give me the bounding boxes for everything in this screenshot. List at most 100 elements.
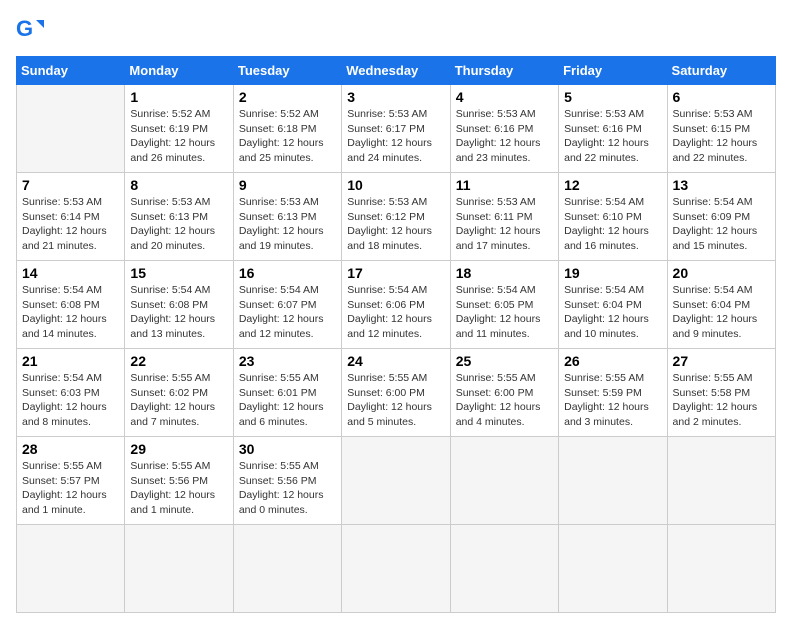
day-info: Sunrise: 5:53 AM Sunset: 6:17 PM Dayligh…	[347, 107, 444, 166]
day-number: 25	[456, 353, 553, 369]
calendar-cell: 27 Sunrise: 5:55 AM Sunset: 5:58 PM Dayli…	[667, 349, 775, 437]
day-info: Sunrise: 5:53 AM Sunset: 6:16 PM Dayligh…	[564, 107, 661, 166]
day-info: Sunrise: 5:55 AM Sunset: 5:56 PM Dayligh…	[239, 459, 336, 518]
header: G	[16, 16, 776, 44]
day-number: 13	[673, 177, 770, 193]
calendar-cell: 3 Sunrise: 5:53 AM Sunset: 6:17 PM Daylig…	[342, 85, 450, 173]
calendar-cell: 13 Sunrise: 5:54 AM Sunset: 6:09 PM Dayli…	[667, 173, 775, 261]
calendar-week-row: 28 Sunrise: 5:55 AM Sunset: 5:57 PM Dayli…	[17, 437, 776, 525]
calendar-cell	[17, 85, 125, 173]
calendar-cell: 20 Sunrise: 5:54 AM Sunset: 6:04 PM Dayli…	[667, 261, 775, 349]
logo-icon: G	[16, 16, 44, 44]
calendar-cell	[667, 525, 775, 613]
calendar-cell: 6 Sunrise: 5:53 AM Sunset: 6:15 PM Daylig…	[667, 85, 775, 173]
day-info: Sunrise: 5:52 AM Sunset: 6:19 PM Dayligh…	[130, 107, 227, 166]
day-number: 16	[239, 265, 336, 281]
day-info: Sunrise: 5:53 AM Sunset: 6:16 PM Dayligh…	[456, 107, 553, 166]
calendar-cell: 1 Sunrise: 5:52 AM Sunset: 6:19 PM Daylig…	[125, 85, 233, 173]
day-info: Sunrise: 5:54 AM Sunset: 6:06 PM Dayligh…	[347, 283, 444, 342]
day-number: 4	[456, 89, 553, 105]
day-info: Sunrise: 5:55 AM Sunset: 6:02 PM Dayligh…	[130, 371, 227, 430]
calendar-week-row: 14 Sunrise: 5:54 AM Sunset: 6:08 PM Dayli…	[17, 261, 776, 349]
day-info: Sunrise: 5:53 AM Sunset: 6:15 PM Dayligh…	[673, 107, 770, 166]
weekday-header-friday: Friday	[559, 57, 667, 85]
calendar-cell: 19 Sunrise: 5:54 AM Sunset: 6:04 PM Dayli…	[559, 261, 667, 349]
day-number: 1	[130, 89, 227, 105]
calendar-cell: 28 Sunrise: 5:55 AM Sunset: 5:57 PM Dayli…	[17, 437, 125, 525]
calendar-cell	[17, 525, 125, 613]
day-info: Sunrise: 5:55 AM Sunset: 5:57 PM Dayligh…	[22, 459, 119, 518]
calendar-cell: 17 Sunrise: 5:54 AM Sunset: 6:06 PM Dayli…	[342, 261, 450, 349]
day-info: Sunrise: 5:55 AM Sunset: 6:00 PM Dayligh…	[456, 371, 553, 430]
calendar-cell: 29Sunrise: 5:55 AM Sunset: 5:56 PM Dayli…	[125, 437, 233, 525]
day-info: Sunrise: 5:53 AM Sunset: 6:14 PM Dayligh…	[22, 195, 119, 254]
day-info: Sunrise: 5:55 AM Sunset: 6:00 PM Dayligh…	[347, 371, 444, 430]
day-info: Sunrise: 5:53 AM Sunset: 6:13 PM Dayligh…	[130, 195, 227, 254]
day-number: 22	[130, 353, 227, 369]
calendar-cell: 12Sunrise: 5:54 AM Sunset: 6:10 PM Dayli…	[559, 173, 667, 261]
calendar-cell: 22 Sunrise: 5:55 AM Sunset: 6:02 PM Dayli…	[125, 349, 233, 437]
day-number: 10	[347, 177, 444, 193]
calendar-cell	[342, 437, 450, 525]
day-number: 28	[22, 441, 119, 457]
day-number: 7	[22, 177, 119, 193]
day-info: Sunrise: 5:55 AM Sunset: 5:58 PM Dayligh…	[673, 371, 770, 430]
day-number: 24	[347, 353, 444, 369]
calendar-cell	[125, 525, 233, 613]
calendar-cell: 10 Sunrise: 5:53 AM Sunset: 6:12 PM Dayli…	[342, 173, 450, 261]
day-number: 20	[673, 265, 770, 281]
day-info: Sunrise: 5:54 AM Sunset: 6:09 PM Dayligh…	[673, 195, 770, 254]
weekday-header-tuesday: Tuesday	[233, 57, 341, 85]
day-info: Sunrise: 5:54 AM Sunset: 6:08 PM Dayligh…	[22, 283, 119, 342]
calendar-cell: 21 Sunrise: 5:54 AM Sunset: 6:03 PM Dayli…	[17, 349, 125, 437]
calendar-cell: 26 Sunrise: 5:55 AM Sunset: 5:59 PM Dayli…	[559, 349, 667, 437]
weekday-header-saturday: Saturday	[667, 57, 775, 85]
calendar-cell: 15Sunrise: 5:54 AM Sunset: 6:08 PM Dayli…	[125, 261, 233, 349]
weekday-header-monday: Monday	[125, 57, 233, 85]
day-number: 19	[564, 265, 661, 281]
calendar-cell: 7 Sunrise: 5:53 AM Sunset: 6:14 PM Daylig…	[17, 173, 125, 261]
day-number: 8	[130, 177, 227, 193]
day-number: 26	[564, 353, 661, 369]
day-number: 6	[673, 89, 770, 105]
day-number: 21	[22, 353, 119, 369]
day-number: 23	[239, 353, 336, 369]
calendar-cell: 24 Sunrise: 5:55 AM Sunset: 6:00 PM Dayli…	[342, 349, 450, 437]
weekday-header-thursday: Thursday	[450, 57, 558, 85]
day-info: Sunrise: 5:54 AM Sunset: 6:04 PM Dayligh…	[564, 283, 661, 342]
day-number: 9	[239, 177, 336, 193]
calendar-cell: 2Sunrise: 5:52 AM Sunset: 6:18 PM Daylig…	[233, 85, 341, 173]
calendar-cell: 4 Sunrise: 5:53 AM Sunset: 6:16 PM Daylig…	[450, 85, 558, 173]
calendar-cell: 30Sunrise: 5:55 AM Sunset: 5:56 PM Dayli…	[233, 437, 341, 525]
day-number: 14	[22, 265, 119, 281]
day-number: 3	[347, 89, 444, 105]
calendar-cell: 9Sunrise: 5:53 AM Sunset: 6:13 PM Daylig…	[233, 173, 341, 261]
day-number: 15	[130, 265, 227, 281]
calendar-cell: 16 Sunrise: 5:54 AM Sunset: 6:07 PM Dayli…	[233, 261, 341, 349]
day-info: Sunrise: 5:54 AM Sunset: 6:07 PM Dayligh…	[239, 283, 336, 342]
calendar: SundayMondayTuesdayWednesdayThursdayFrid…	[16, 56, 776, 613]
day-number: 17	[347, 265, 444, 281]
logo: G	[16, 16, 48, 44]
day-info: Sunrise: 5:54 AM Sunset: 6:10 PM Dayligh…	[564, 195, 661, 254]
weekday-header-row: SundayMondayTuesdayWednesdayThursdayFrid…	[17, 57, 776, 85]
day-info: Sunrise: 5:55 AM Sunset: 6:01 PM Dayligh…	[239, 371, 336, 430]
calendar-cell: 8 Sunrise: 5:53 AM Sunset: 6:13 PM Daylig…	[125, 173, 233, 261]
calendar-cell	[342, 525, 450, 613]
calendar-cell: 5 Sunrise: 5:53 AM Sunset: 6:16 PM Daylig…	[559, 85, 667, 173]
calendar-cell: 14 Sunrise: 5:54 AM Sunset: 6:08 PM Dayli…	[17, 261, 125, 349]
day-info: Sunrise: 5:54 AM Sunset: 6:04 PM Dayligh…	[673, 283, 770, 342]
day-info: Sunrise: 5:55 AM Sunset: 5:56 PM Dayligh…	[130, 459, 227, 518]
day-number: 5	[564, 89, 661, 105]
day-number: 27	[673, 353, 770, 369]
day-info: Sunrise: 5:55 AM Sunset: 5:59 PM Dayligh…	[564, 371, 661, 430]
day-info: Sunrise: 5:54 AM Sunset: 6:05 PM Dayligh…	[456, 283, 553, 342]
calendar-cell	[667, 437, 775, 525]
day-info: Sunrise: 5:54 AM Sunset: 6:03 PM Dayligh…	[22, 371, 119, 430]
day-info: Sunrise: 5:53 AM Sunset: 6:12 PM Dayligh…	[347, 195, 444, 254]
calendar-cell	[233, 525, 341, 613]
weekday-header-wednesday: Wednesday	[342, 57, 450, 85]
calendar-cell: 25 Sunrise: 5:55 AM Sunset: 6:00 PM Dayli…	[450, 349, 558, 437]
calendar-week-row	[17, 525, 776, 613]
weekday-header-sunday: Sunday	[17, 57, 125, 85]
